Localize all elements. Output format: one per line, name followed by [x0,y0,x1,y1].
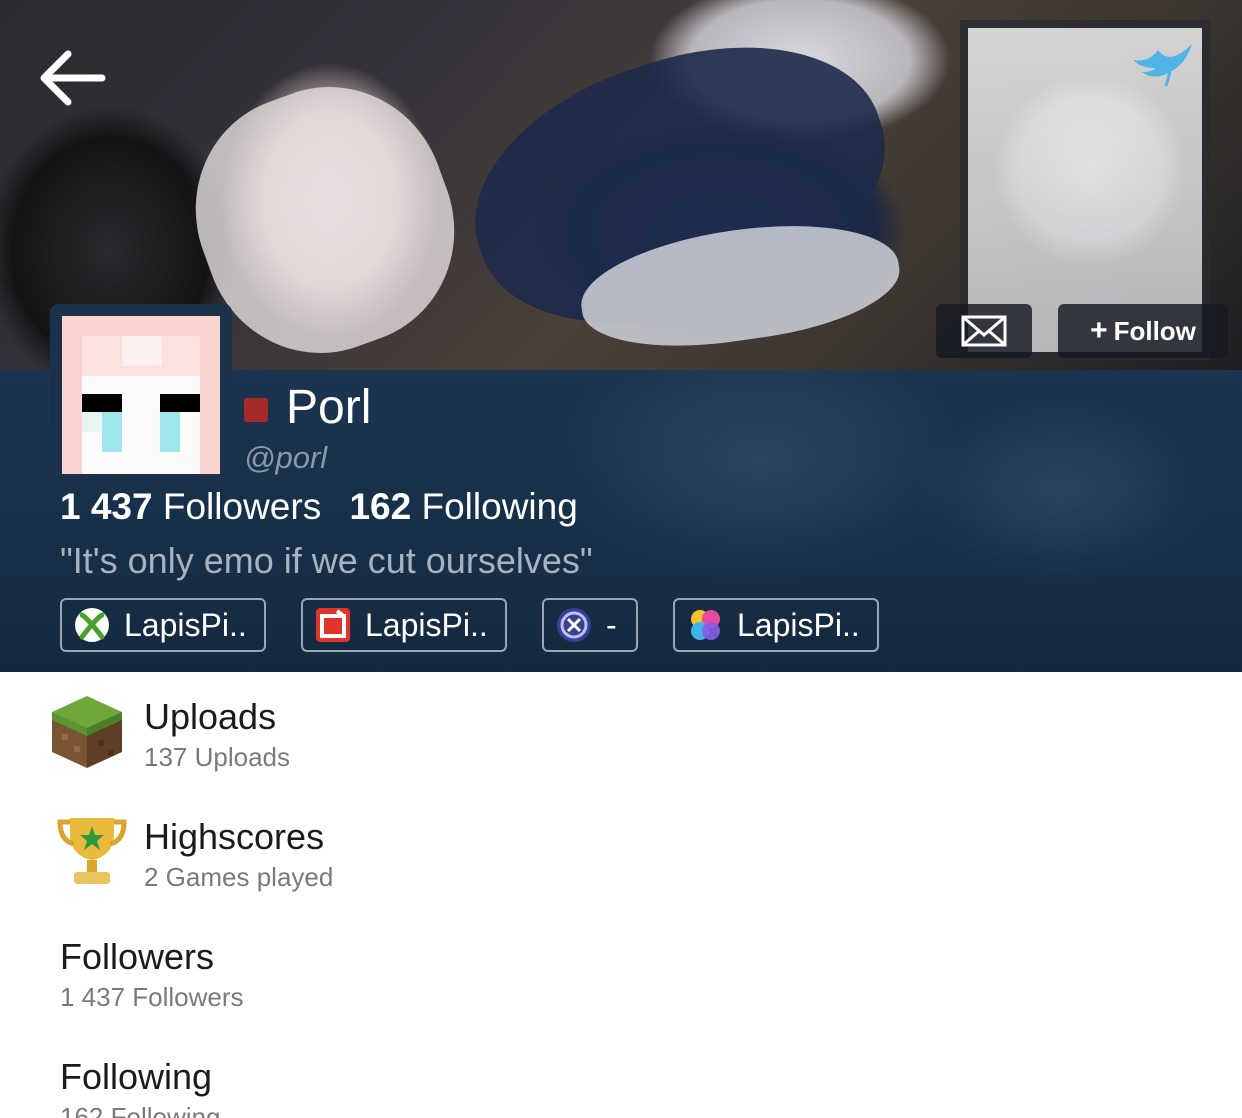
list-item-highscores[interactable]: Highscores 2 Games played [0,810,1242,910]
twitter-share-button[interactable] [1130,38,1196,90]
list-item-subtitle: 137 Uploads [144,742,290,772]
list-item-following[interactable]: Following 162 Following [0,1050,1242,1118]
message-button[interactable] [936,304,1032,358]
follow-stats: 1 437 Followers 162 Following [60,486,578,528]
following-stat[interactable]: 162 Following [349,486,577,527]
avatar-tear-right [160,412,180,452]
profile-name: Porl [286,381,372,434]
xbox-icon [75,608,109,642]
list-item-title: Highscores [144,816,325,857]
status-indicator [244,398,268,422]
list-item-subtitle: 162 Following [60,1102,221,1118]
avatar-eye-left [82,394,122,412]
following-label: Following [421,486,578,527]
followers-label: Followers [162,486,322,527]
avatar-frame [50,304,232,486]
follow-button-label: Follow [1113,315,1196,346]
linked-account-xbox[interactable]: LapisPi.. [60,598,266,652]
linked-account-playstation[interactable]: - [542,598,638,652]
avatar-eye-right [160,394,200,412]
linked-account-label: LapisPi.. [124,606,247,643]
avatar-cheek-left [82,412,102,432]
followers-stat[interactable]: 1 437 Followers [60,486,321,527]
profile-handle: @porl [244,440,328,475]
plus-icon: + [1090,314,1108,347]
envelope-icon [961,315,1007,347]
avatar[interactable] [62,316,220,474]
linked-account-label: LapisPi.. [365,606,488,643]
profile-bio: "It's only emo if we cut ourselves" [60,540,593,581]
avatar-tear-left [102,412,122,452]
list-item-subtitle: 1 437 Followers [60,982,244,1012]
linked-account-label: - [606,606,617,643]
linked-account-origin[interactable]: LapisPi.. [301,598,507,652]
follow-button[interactable]: + Follow [1058,304,1228,358]
avatar-highlight [122,336,162,366]
list-item-title: Followers [60,936,215,977]
origin-icon [316,608,350,642]
back-button[interactable] [34,46,108,110]
list-item-uploads[interactable]: Uploads 137 Uploads [0,690,1242,790]
linked-account-game-center[interactable]: LapisPi.. [673,598,879,652]
game-center-icon [691,610,720,640]
trophy-icon [57,818,127,884]
list-item-title: Uploads [144,696,277,737]
twitter-bird-icon [1134,44,1192,87]
arrow-left-icon [40,50,106,106]
playstation-icon [557,608,591,642]
followers-count: 1 437 [60,486,153,527]
list-item-subtitle: 2 Games played [144,862,334,892]
list-item-title: Following [60,1056,213,1097]
list-item-followers[interactable]: Followers 1 437 Followers [0,930,1242,1030]
following-count: 162 [349,486,412,527]
linked-account-label: LapisPi.. [737,606,860,643]
grass-block-icon [52,696,122,768]
